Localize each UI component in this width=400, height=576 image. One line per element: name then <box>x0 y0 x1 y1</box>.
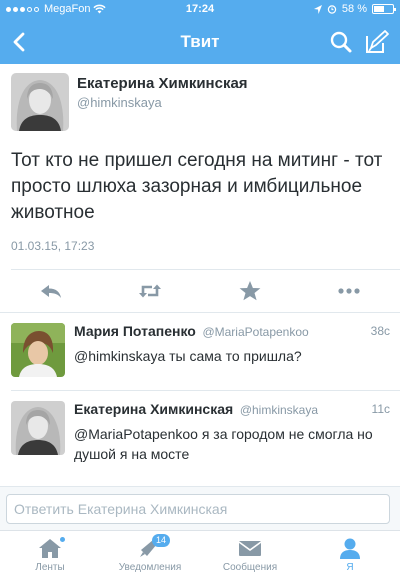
reply-time: 11с <box>371 402 390 416</box>
unread-dot <box>60 537 65 542</box>
location-arrow-icon <box>313 4 322 14</box>
reply-text: @himkinskaya ты сама то пришла? <box>74 348 302 364</box>
envelope-icon <box>238 541 262 556</box>
retweet-icon[interactable] <box>137 279 163 303</box>
divider <box>11 390 400 391</box>
tab-label: Уведомления <box>118 562 182 573</box>
compose-icon[interactable] <box>364 29 390 55</box>
tab-bar: Ленты 14 Уведомления Сообщения Я <box>0 530 400 576</box>
tab-messages[interactable]: Сообщения <box>200 531 300 576</box>
battery-icon <box>372 4 396 14</box>
status-bar: MegaFon 17:24 58 % <box>0 0 400 20</box>
divider <box>0 312 400 313</box>
reply-bar <box>0 486 400 530</box>
author-handle[interactable]: @himkinskaya <box>77 95 162 110</box>
reply-author-name[interactable]: Екатерина Химкинская <box>74 401 233 417</box>
tab-me[interactable]: Я <box>300 531 400 576</box>
tab-notifications[interactable]: 14 Уведомления <box>100 531 200 576</box>
reply-author-handle[interactable]: @MariaPotapenkoo <box>202 325 308 339</box>
status-right: 58 % <box>313 3 396 15</box>
reply-input[interactable] <box>6 494 390 524</box>
more-icon[interactable] <box>336 279 362 303</box>
alarm-icon <box>327 5 337 14</box>
tab-label: Сообщения <box>222 562 278 573</box>
reply-time: 38с <box>370 324 390 338</box>
reply-author-name[interactable]: Мария Потапенко <box>74 323 196 339</box>
tab-label: Ленты <box>35 562 65 573</box>
avatar[interactable] <box>11 73 69 131</box>
reply-author-handle[interactable]: @himkinskaya <box>240 403 318 417</box>
notification-badge: 14 <box>152 534 170 547</box>
person-icon <box>340 538 360 559</box>
search-icon[interactable] <box>328 29 354 55</box>
battery-label: 58 % <box>341 3 367 15</box>
reply-item[interactable]: Мария Потапенко @MariaPotapenkoo 38с @hi… <box>0 314 400 394</box>
reply-text: @MariaPotapenkoo я за городом не смогла … <box>74 426 373 462</box>
reply-icon[interactable] <box>38 279 64 303</box>
tab-label: Я <box>346 562 354 573</box>
tweet-text: Тот кто не пришел сегодня на митинг - то… <box>11 150 383 223</box>
avatar[interactable] <box>11 401 65 455</box>
favorite-star-icon[interactable] <box>237 279 263 303</box>
tweet-actions <box>0 270 400 312</box>
reply-header: Екатерина Химкинская @himkinskaya 11с <box>74 401 390 419</box>
nav-bar: Твит <box>0 20 400 64</box>
top-bar: MegaFon 17:24 58 % Твит <box>0 0 400 64</box>
reply-item[interactable]: Екатерина Химкинская @himkinskaya 11с @M… <box>0 392 400 472</box>
reply-header: Мария Потапенко @MariaPotapenkoo 38с <box>74 323 390 341</box>
tab-home[interactable]: Ленты <box>0 531 100 576</box>
author-name[interactable]: Екатерина Химкинская <box>77 75 248 92</box>
avatar[interactable] <box>11 323 65 377</box>
tweet-timestamp: 01.03.15, 17:23 <box>11 239 95 253</box>
main-tweet: Екатерина Химкинская @himkinskaya Тот кт… <box>0 64 400 268</box>
